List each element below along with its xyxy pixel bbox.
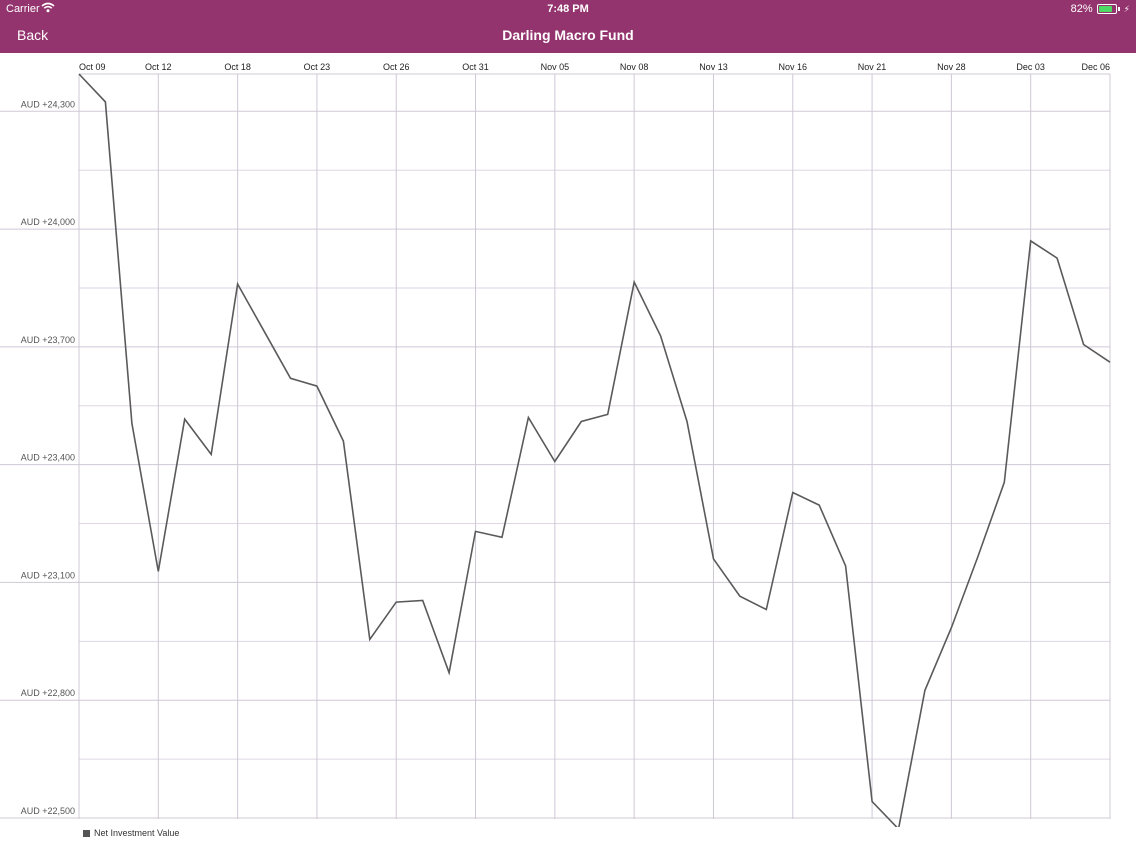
x-axis-labels: Oct 09 Oct 12 Oct 18 Oct 23 Oct 26 Oct 31 Nov … — [79, 62, 1110, 72]
y-tick-label: AUD +22,500 — [21, 806, 75, 816]
x-tick-label: Nov 13 — [699, 62, 728, 72]
series-line-net-investment-value — [78, 73, 1111, 827]
y-tick-label: AUD +23,100 — [21, 570, 75, 580]
x-tick-label: Oct 31 — [462, 62, 489, 72]
status-bar: Carrier 7:48 PM 82% ⚡ — [0, 0, 1136, 18]
x-tick-label: Nov 08 — [620, 62, 649, 72]
x-tick-label: Nov 28 — [937, 62, 966, 72]
battery-cap — [1117, 7, 1120, 11]
page-title: Darling Macro Fund — [502, 27, 634, 43]
legend-label: Net Investment Value — [94, 828, 180, 838]
charging-bolt-icon: ⚡ — [1123, 3, 1130, 14]
x-tick-label: Dec 03 — [1016, 62, 1045, 72]
x-tick-label: Oct 18 — [224, 62, 251, 72]
y-tick-label: AUD +23,700 — [21, 335, 75, 345]
y-tick-label: AUD +24,300 — [21, 99, 75, 109]
x-tick-label: Oct 12 — [145, 62, 172, 72]
y-tick-label: AUD +22,800 — [21, 688, 75, 698]
y-axis-labels: AUD +22,500 AUD +22,800 AUD +23,100 AUD +23… — [21, 99, 75, 816]
chart-legend: Net Investment Value — [83, 828, 179, 838]
status-time: 7:48 PM — [547, 3, 589, 15]
x-tick-label: Oct 23 — [304, 62, 331, 72]
x-tick-label: Oct 26 — [383, 62, 410, 72]
x-tick-label: Oct 09 — [79, 62, 106, 72]
x-tick-label: Nov 05 — [541, 62, 570, 72]
navigation-bar: Carrier 7:48 PM 82% ⚡ Back Darling Macro… — [0, 0, 1136, 53]
legend-swatch — [83, 829, 90, 837]
x-tick-label: Nov 21 — [858, 62, 887, 72]
y-tick-label: AUD +24,000 — [21, 217, 75, 227]
battery-icon — [1096, 4, 1117, 14]
line-chart: Oct 09 Oct 12 Oct 18 Oct 23 Oct 26 Oct 31 Nov … — [0, 62, 1111, 827]
y-tick-label: AUD +23,400 — [21, 453, 75, 463]
battery-indicator: 82% ⚡ — [1071, 3, 1130, 15]
battery-percent: 82% — [1070, 3, 1093, 15]
x-tick-label: Nov 16 — [779, 62, 808, 72]
chart-grid — [0, 73, 1111, 819]
x-tick-label: Dec 06 — [1081, 62, 1110, 72]
